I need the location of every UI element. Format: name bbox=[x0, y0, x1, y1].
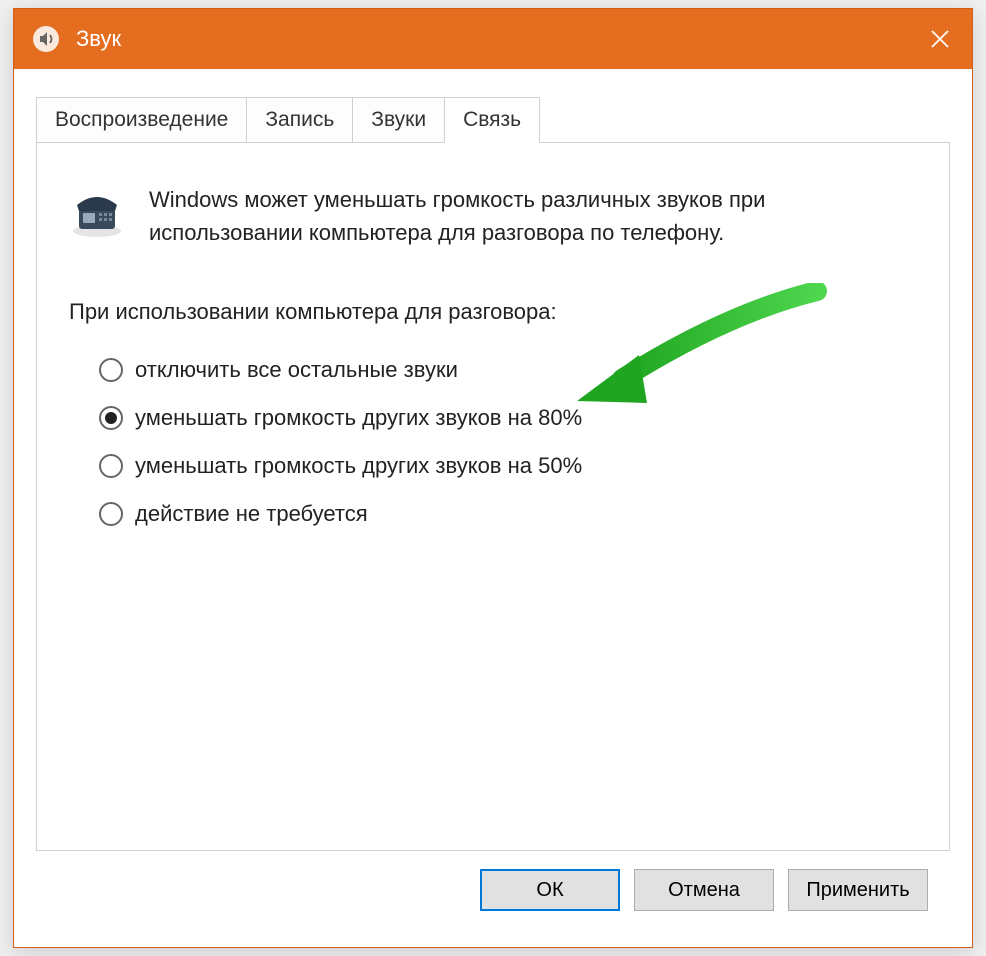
radio-reduce-80[interactable]: уменьшать громкость других звуков на 80% bbox=[99, 405, 917, 431]
cancel-button[interactable]: Отмена bbox=[634, 869, 774, 911]
tab-content: Windows может уменьшать громкость различ… bbox=[36, 143, 950, 851]
tab-recording[interactable]: Запись bbox=[246, 97, 353, 142]
radio-label: отключить все остальные звуки bbox=[135, 357, 458, 383]
description-row: Windows может уменьшать громкость различ… bbox=[69, 183, 917, 249]
tab-bar: Воспроизведение Запись Звуки Связь bbox=[36, 97, 950, 143]
radio-mute-all[interactable]: отключить все остальные звуки bbox=[99, 357, 917, 383]
window-title: Звук bbox=[76, 26, 908, 52]
dialog-buttons: ОК Отмена Применить bbox=[36, 851, 950, 929]
apply-button[interactable]: Применить bbox=[788, 869, 928, 911]
radio-label: уменьшать громкость других звуков на 80% bbox=[135, 405, 582, 431]
radio-do-nothing[interactable]: действие не требуется bbox=[99, 501, 917, 527]
close-icon bbox=[930, 29, 950, 49]
tab-communications[interactable]: Связь bbox=[444, 97, 540, 143]
content-area: Воспроизведение Запись Звуки Связь bbox=[14, 69, 972, 947]
radio-label: действие не требуется bbox=[135, 501, 368, 527]
radio-reduce-50[interactable]: уменьшать громкость других звуков на 50% bbox=[99, 453, 917, 479]
sound-dialog: Звук Воспроизведение Запись Звуки Связь bbox=[13, 8, 973, 948]
radio-indicator bbox=[99, 454, 123, 478]
sound-icon bbox=[30, 23, 62, 55]
radio-indicator bbox=[99, 502, 123, 526]
radio-label: уменьшать громкость других звуков на 50% bbox=[135, 453, 582, 479]
section-label: При использовании компьютера для разгово… bbox=[69, 299, 917, 325]
description-text: Windows может уменьшать громкость различ… bbox=[149, 183, 917, 249]
tab-sounds[interactable]: Звуки bbox=[352, 97, 445, 142]
ok-button[interactable]: ОК bbox=[480, 869, 620, 911]
phone-device-icon bbox=[69, 183, 125, 239]
tab-playback[interactable]: Воспроизведение bbox=[36, 97, 247, 142]
close-button[interactable] bbox=[908, 9, 972, 69]
radio-group: отключить все остальные звуки уменьшать … bbox=[69, 357, 917, 527]
radio-indicator bbox=[99, 358, 123, 382]
radio-indicator bbox=[99, 406, 123, 430]
titlebar: Звук bbox=[14, 9, 972, 69]
